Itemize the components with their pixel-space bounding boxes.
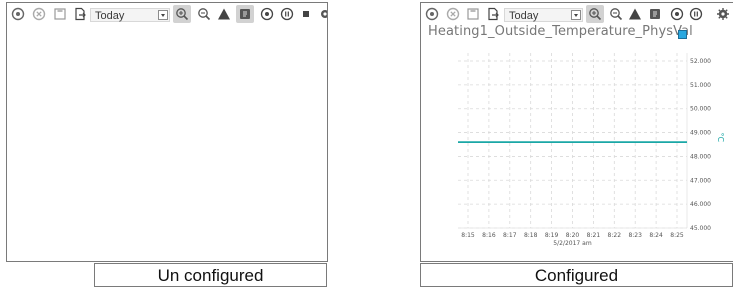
x-tick-label: 8:23 <box>628 232 642 239</box>
save-icon[interactable] <box>466 7 480 21</box>
chart-grid <box>458 53 688 229</box>
x-tick-label: 8:20 <box>566 232 580 239</box>
stop-icon[interactable] <box>299 7 313 21</box>
pause-icon[interactable] <box>280 7 294 21</box>
time-range-select[interactable]: Today <box>90 8 170 22</box>
chevron-down-icon[interactable] <box>571 10 581 20</box>
add-circle-icon[interactable] <box>425 7 439 21</box>
y-tick-label: 52.000 <box>690 58 711 65</box>
chevron-down-icon[interactable] <box>158 10 168 20</box>
chart-title: Heating1_Outside_Temperature_PhysVal <box>428 24 693 39</box>
unconfigured-caption: Un configured <box>94 263 327 287</box>
zoom-out-icon[interactable] <box>609 7 623 21</box>
x-tick-label: 8:17 <box>503 232 517 239</box>
remove-circle-icon[interactable] <box>32 7 46 21</box>
y-tick-label: 46.000 <box>690 201 711 208</box>
zoom-in-icon[interactable] <box>173 5 191 23</box>
play-icon[interactable] <box>670 7 684 21</box>
y-axis: 52.000 51.000 50.000 49.000 48.000 47.000 46.0… <box>690 58 711 232</box>
zoom-in-icon[interactable] <box>586 5 604 23</box>
remove-circle-icon[interactable] <box>446 7 460 21</box>
trend-chart[interactable]: 52.000 51.000 50.000 49.000 48.000 47.000 46.0… <box>421 43 733 261</box>
add-circle-icon[interactable] <box>11 7 25 21</box>
toolbar: Today <box>7 3 327 25</box>
y-tick-label: 48.000 <box>690 153 711 160</box>
y-tick-label: 50.000 <box>690 106 711 113</box>
x-tick-label: 8:15 <box>461 232 475 239</box>
zoom-out-icon[interactable] <box>197 7 211 21</box>
save-icon[interactable] <box>53 7 67 21</box>
alarm-triangle-icon[interactable] <box>628 7 642 21</box>
toolbar: Today <box>421 3 733 25</box>
x-tick-label: 8:18 <box>524 232 538 239</box>
y-tick-label: 49.000 <box>690 130 711 137</box>
y-axis-unit-label: °C <box>716 133 725 143</box>
x-tick-label: 8:22 <box>608 232 622 239</box>
settings-gear-icon[interactable] <box>318 7 327 21</box>
time-range-value: Today <box>509 10 539 22</box>
x-tick-label: 8:21 <box>587 232 601 239</box>
play-icon[interactable] <box>260 7 274 21</box>
configured-caption: Configured <box>420 263 733 287</box>
export-icon[interactable] <box>486 7 500 21</box>
y-tick-label: 45.000 <box>690 225 711 232</box>
series-marker-icon[interactable] <box>678 30 687 39</box>
x-tick-label: 8:24 <box>649 232 663 239</box>
x-axis-date-label: 5/2/2017 am <box>553 240 592 247</box>
settings-gear-icon[interactable] <box>716 7 730 21</box>
unconfigured-trend-panel: Today <box>6 2 328 262</box>
x-tick-label: 8:16 <box>482 232 496 239</box>
info-square-icon[interactable] <box>236 5 254 23</box>
x-tick-label: 8:25 <box>670 232 684 239</box>
configured-trend-panel: Today Heating1_Outside_Temperature_PhysV… <box>420 2 733 262</box>
y-tick-label: 51.000 <box>690 82 711 89</box>
alarm-triangle-icon[interactable] <box>217 7 231 21</box>
pause-icon[interactable] <box>689 7 703 21</box>
x-axis: 8:15 8:16 8:17 8:18 8:19 8:20 8:21 8:22 8:23 8:24… <box>461 232 684 247</box>
time-range-select[interactable]: Today <box>504 8 583 22</box>
x-tick-label: 8:19 <box>545 232 559 239</box>
info-square-icon[interactable] <box>648 7 662 21</box>
export-icon[interactable] <box>73 7 87 21</box>
time-range-value: Today <box>95 10 125 22</box>
y-tick-label: 47.000 <box>690 177 711 184</box>
